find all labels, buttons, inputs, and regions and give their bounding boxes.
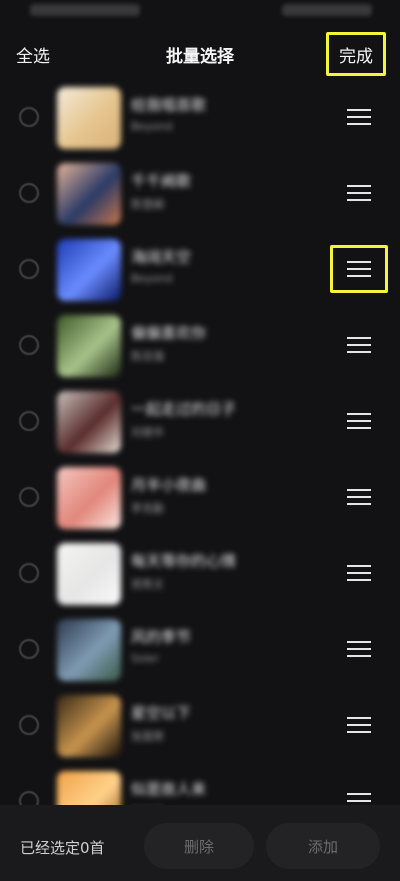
song-artist: 张国荣: [131, 730, 164, 743]
song-artist: 刘德华: [131, 426, 164, 439]
select-radio[interactable]: [19, 335, 39, 355]
drag-handle-icon[interactable]: [330, 93, 388, 141]
album-cover: [57, 239, 121, 301]
song-row[interactable]: 偏偏喜欢你 陈百强: [0, 308, 400, 384]
song-artist: Soler: [131, 652, 160, 665]
drag-handle-icon[interactable]: [330, 625, 388, 673]
select-radio[interactable]: [19, 183, 39, 203]
album-cover: [57, 771, 121, 808]
song-list: 给我唱首歌 Beyond 千千阙歌陈慧娴海阔天空 Beyond 偏偏喜欢你陈百强一起走过…: [0, 80, 400, 808]
song-title: 风的季节: [131, 628, 192, 646]
song-title: 偏偏喜欢你: [131, 324, 207, 342]
album-cover: [57, 543, 121, 605]
song-title: 星空以下: [131, 704, 192, 722]
song-row[interactable]: 海阔天空 Beyond: [0, 232, 400, 308]
song-artist: Beyond: [131, 120, 173, 133]
select-radio[interactable]: [19, 259, 39, 279]
done-button[interactable]: 完成: [326, 32, 386, 76]
song-artist: 李克勤: [131, 502, 164, 515]
song-title: 每天等你的心情: [131, 552, 237, 570]
bottom-action-bar: 已经选定0首 删除 添加: [0, 805, 400, 881]
song-title: 海阔天空: [131, 248, 192, 266]
drag-handle-icon[interactable]: [330, 777, 388, 808]
select-radio[interactable]: [19, 639, 39, 659]
song-row[interactable]: 月半小夜曲 李克勤: [0, 460, 400, 536]
selected-count-label: 已经选定0首: [20, 839, 105, 857]
song-title: 一起走过的日子: [131, 400, 237, 418]
song-title: 给我唱首歌: [131, 96, 207, 114]
drag-handle-icon[interactable]: [330, 473, 388, 521]
song-row[interactable]: 星空以下 张国荣: [0, 688, 400, 764]
drag-handle-icon[interactable]: [330, 549, 388, 597]
drag-handle-icon[interactable]: [330, 169, 388, 217]
album-cover: [57, 163, 121, 225]
select-radio[interactable]: [19, 563, 39, 583]
song-row[interactable]: 给我唱首歌 Beyond: [0, 80, 400, 156]
song-artist: 陈百强: [131, 350, 164, 363]
song-artist: 陈慧娴: [131, 198, 164, 211]
drag-handle-icon[interactable]: [330, 245, 388, 293]
song-row[interactable]: 似是故人来梅艳芳: [0, 764, 400, 808]
drag-handle-icon[interactable]: [330, 321, 388, 369]
song-row[interactable]: 每天等你的心情郑秀文: [0, 536, 400, 612]
batch-select-screen: 全选 批量选择 完成 给我唱首歌 Beyond 千千阙歌陈慧娴海阔天空 Beyond 偏…: [0, 0, 400, 881]
status-signal-icons: [30, 4, 140, 16]
drag-handle-icon[interactable]: [330, 701, 388, 749]
select-radio[interactable]: [19, 715, 39, 735]
select-radio[interactable]: [19, 487, 39, 507]
add-button[interactable]: 添加: [266, 823, 380, 869]
song-row[interactable]: 千千阙歌 陈慧娴: [0, 156, 400, 232]
song-row[interactable]: 风的季节 Soler: [0, 612, 400, 688]
song-title: 月半小夜曲: [131, 476, 207, 494]
drag-handle-icon[interactable]: [330, 397, 388, 445]
status-bar: [0, 0, 400, 22]
delete-button[interactable]: 删除: [144, 823, 254, 869]
status-battery-clock: [282, 4, 372, 16]
album-cover: [57, 467, 121, 529]
album-cover: [57, 695, 121, 757]
header-bar: 全选 批量选择 完成: [0, 30, 400, 78]
song-artist: 郑秀文: [131, 578, 164, 591]
select-radio[interactable]: [19, 107, 39, 127]
song-title: 似是故人来: [131, 780, 207, 798]
album-cover: [57, 391, 121, 453]
song-title: 千千阙歌: [131, 172, 192, 190]
album-cover: [57, 619, 121, 681]
album-cover: [57, 315, 121, 377]
select-radio[interactable]: [19, 411, 39, 431]
song-artist: Beyond: [131, 272, 173, 285]
album-cover: [57, 87, 121, 149]
song-row[interactable]: 一起走过的日子刘德华: [0, 384, 400, 460]
